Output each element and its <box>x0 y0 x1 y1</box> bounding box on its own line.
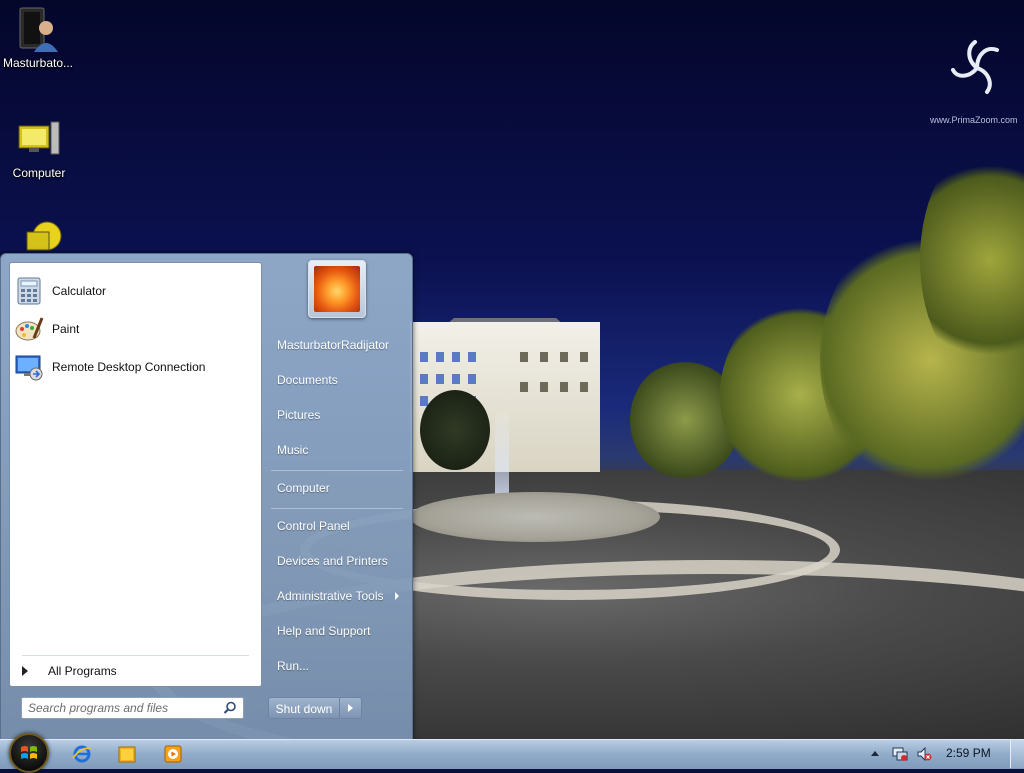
all-programs-label: All Programs <box>48 664 117 678</box>
start-menu-separator <box>271 470 403 471</box>
start-item-user-folder[interactable]: MasturbatorRadijator <box>267 330 407 360</box>
start-item-label: Run... <box>277 659 310 673</box>
wallpaper-tree <box>420 390 490 470</box>
all-programs-separator <box>22 655 249 656</box>
start-item-label: Administrative Tools <box>277 589 384 603</box>
program-label: Calculator <box>52 284 107 298</box>
wallpaper-fountain-water <box>495 412 509 502</box>
watermark-url: www.PrimaZoom.com <box>930 115 1018 125</box>
start-item-control-panel[interactable]: Control Panel <box>267 511 407 541</box>
show-hidden-icons-button[interactable] <box>871 751 879 756</box>
calculator-icon <box>14 276 44 306</box>
shutdown-button[interactable]: Shut down <box>268 697 340 719</box>
start-item-computer[interactable]: Computer <box>267 473 407 503</box>
desktop-icon-computer[interactable]: Computer <box>1 116 77 180</box>
computer-icon <box>15 116 63 164</box>
program-label: Remote Desktop Connection <box>52 360 206 374</box>
start-item-label: Music <box>277 443 309 457</box>
explorer-folder-icon[interactable] <box>117 744 137 764</box>
start-item-documents[interactable]: Documents <box>267 365 407 395</box>
show-desktop-button[interactable] <box>1010 740 1024 768</box>
wallpaper-fountain <box>410 492 660 542</box>
start-item-run[interactable]: Run... <box>267 651 407 681</box>
start-item-label: Computer <box>277 481 330 495</box>
search-icon[interactable] <box>223 701 237 715</box>
desktop-icon-label: Masturbato... <box>2 56 74 70</box>
chevron-right-icon <box>348 704 353 712</box>
start-item-label: Control Panel <box>277 519 350 533</box>
start-item-devices-printers[interactable]: Devices and Printers <box>267 546 407 576</box>
watermark-logo-icon <box>951 40 999 94</box>
all-programs-button[interactable]: All Programs <box>18 659 253 683</box>
search-input[interactable] <box>28 700 213 715</box>
start-menu-programs-pane: Calculator Paint Remote Desktop Connecti… <box>9 262 262 687</box>
start-item-pictures[interactable]: Pictures <box>267 400 407 430</box>
desktop-icon-label: Computer <box>12 166 66 180</box>
start-item-label: Devices and Printers <box>277 554 388 568</box>
start-item-label: MasturbatorRadijator <box>277 338 390 352</box>
start-item-label: Help and Support <box>277 624 371 638</box>
volume-muted-icon[interactable] <box>916 746 932 762</box>
chevron-right-icon <box>22 666 28 676</box>
media-player-icon[interactable] <box>163 744 183 764</box>
shutdown-options-button[interactable] <box>340 697 362 719</box>
internet-explorer-icon[interactable] <box>72 744 92 764</box>
remote-desktop-icon <box>14 352 44 382</box>
network-icon[interactable] <box>892 746 908 762</box>
user-folder-icon <box>14 6 62 54</box>
start-item-label: Documents <box>277 373 338 387</box>
desktop-icon-user-folder[interactable]: Masturbato... <box>0 6 76 70</box>
start-menu-separator <box>271 508 403 509</box>
flower-avatar-icon <box>314 266 360 312</box>
user-picture[interactable] <box>308 260 366 318</box>
system-clock[interactable]: 2:59 PM <box>946 746 991 760</box>
program-item-remote-desktop[interactable]: Remote Desktop Connection <box>14 350 257 384</box>
start-item-label: Pictures <box>277 408 321 422</box>
program-label: Paint <box>52 322 80 336</box>
start-menu: Calculator Paint Remote Desktop Connecti… <box>0 253 413 741</box>
windows-logo-icon <box>21 746 37 759</box>
program-item-calculator[interactable]: Calculator <box>14 274 257 308</box>
start-item-music[interactable]: Music <box>267 435 407 465</box>
paint-icon <box>14 314 44 344</box>
start-item-administrative-tools[interactable]: Administrative Tools <box>267 581 407 611</box>
program-item-paint[interactable]: Paint <box>14 312 257 346</box>
search-box <box>21 697 244 719</box>
start-item-help-support[interactable]: Help and Support <box>267 616 407 646</box>
submenu-arrow-icon <box>395 592 399 600</box>
start-button[interactable] <box>9 733 49 773</box>
